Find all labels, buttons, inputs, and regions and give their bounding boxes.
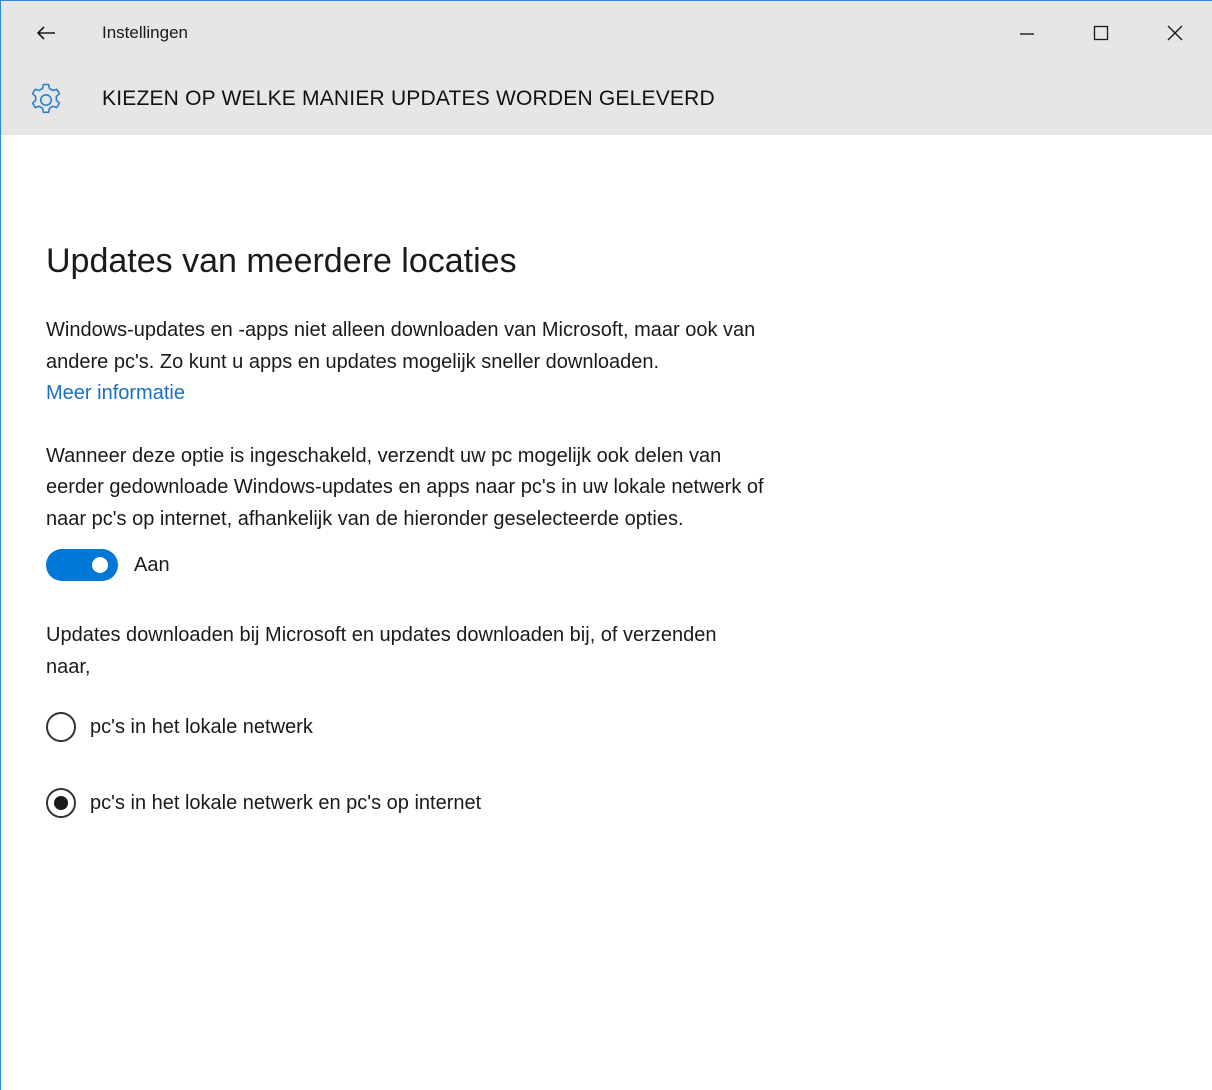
minimize-icon [1019, 25, 1035, 46]
toggle-label: Aan [134, 553, 170, 576]
gear-icon [27, 81, 65, 119]
radio-button-local-network[interactable] [46, 712, 76, 742]
window-controls [990, 1, 1212, 69]
intro-text: Windows-updates en -apps niet alleen dow… [46, 319, 756, 373]
close-button[interactable] [1138, 1, 1212, 69]
radio-option-local-network[interactable]: pc's in het lokale netwerk [46, 711, 766, 743]
minimize-button[interactable] [990, 1, 1064, 69]
settings-content: Updates van meerdere locaties Windows-up… [46, 239, 766, 819]
radio-button-local-and-internet[interactable] [46, 788, 76, 818]
close-icon [1167, 25, 1183, 46]
back-button[interactable] [23, 15, 69, 55]
maximize-button[interactable] [1064, 1, 1138, 69]
app-title: Instellingen [102, 23, 189, 42]
page-title: KIEZEN OP WELKE MANIER UPDATES WORDEN GE… [102, 87, 715, 110]
page-header-bar: KIEZEN OP WELKE MANIER UPDATES WORDEN GE… [1, 69, 1212, 135]
download-from-text: Updates downloaden bij Microsoft en upda… [46, 624, 717, 678]
more-info-link[interactable]: Meer informatie [46, 378, 766, 410]
back-arrow-icon [36, 25, 56, 46]
radio-label-local-and-internet: pc's in het lokale netwerk en pc's op in… [90, 791, 482, 814]
radio-option-local-and-internet[interactable]: pc's in het lokale netwerk en pc's op in… [46, 787, 766, 819]
title-bar: Instellingen [1, 1, 1212, 69]
section-title: Updates van meerdere locaties [46, 242, 517, 280]
delivery-optimization-toggle-row: Aan [46, 549, 766, 581]
description-text: Wanneer deze optie is ingeschakeld, verz… [46, 444, 764, 530]
maximize-icon [1093, 25, 1109, 46]
radio-label-local-network: pc's in het lokale netwerk [90, 715, 313, 738]
toggle-knob [92, 557, 108, 573]
delivery-optimization-toggle[interactable] [46, 549, 118, 581]
settings-window: Instellingen KIEZEN OP WELKE MANIER UPDA… [0, 0, 1212, 1090]
